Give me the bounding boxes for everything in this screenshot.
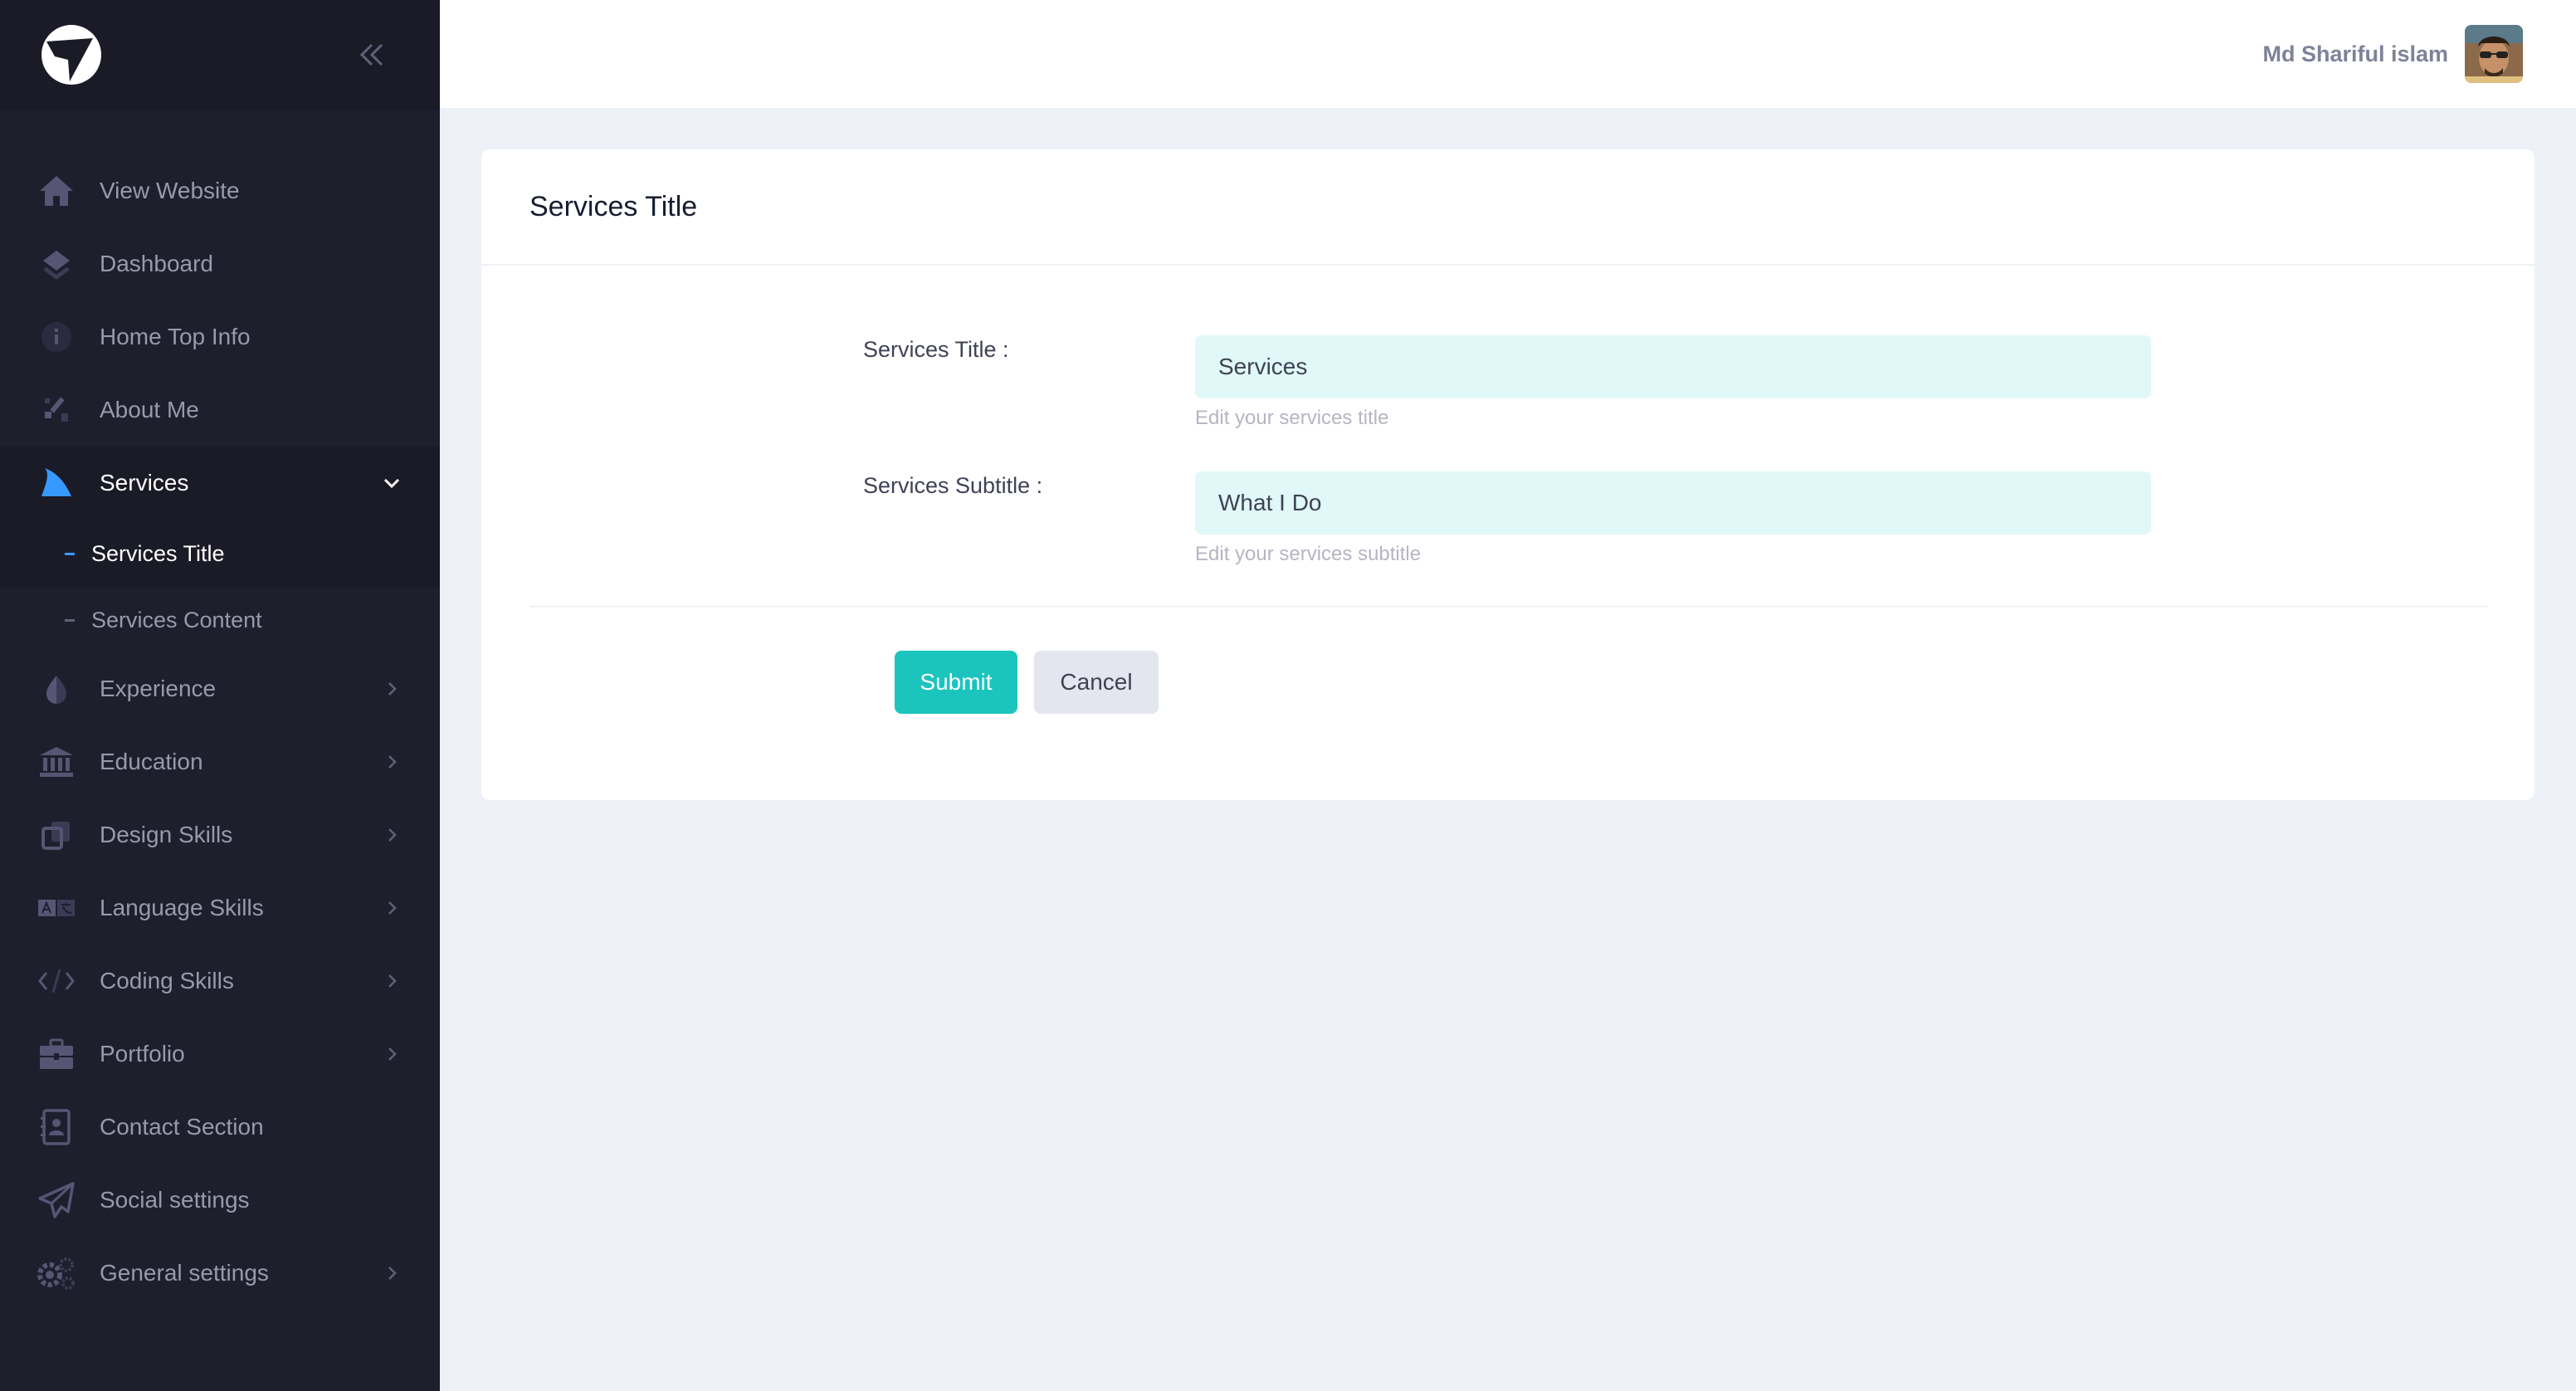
chevron-right-icon (388, 755, 397, 769)
sidebar-item-general-settings[interactable]: General settings (0, 1237, 440, 1310)
chevron-right-icon (388, 828, 397, 842)
sidebar-item-label: About Me (100, 397, 199, 422)
avatar[interactable] (2465, 25, 2523, 83)
sidebar-header (0, 0, 440, 110)
services-subtitle-help: Edit your services subtitle (1195, 543, 1422, 565)
sidebar-item-label: View Website (100, 178, 240, 203)
card-header: Services Title (481, 149, 2535, 266)
card-title: Services Title (529, 191, 698, 222)
bullet-dash (65, 619, 75, 622)
sidebar-item-experience[interactable]: Experience (0, 652, 440, 725)
services-title-input[interactable] (1195, 335, 2151, 398)
chevron-down-icon (383, 478, 400, 489)
sidebar: View Website Dashboard Home Top Info Abo… (0, 0, 440, 1391)
shark-fin-icon (37, 465, 76, 501)
chevron-right-icon (388, 1047, 397, 1061)
drop-half-icon (37, 671, 76, 707)
submit-button[interactable]: Submit (895, 651, 1017, 714)
sidebar-item-services[interactable]: Services (0, 447, 440, 520)
tools-icon (37, 392, 76, 428)
sidebar-item-education[interactable]: Education (0, 725, 440, 798)
services-title-label: Services Title : (863, 337, 1009, 362)
services-subtitle-input[interactable] (1195, 471, 2151, 534)
sidebar-item-label: Home Top Info (100, 324, 251, 349)
sidebar-item-design-skills[interactable]: Design Skills (0, 798, 440, 871)
info-icon (37, 319, 76, 355)
sidebar-item-label: Experience (100, 676, 217, 701)
logo-icon[interactable] (38, 23, 105, 86)
sidebar-item-label: Contact Section (100, 1114, 264, 1140)
sidebar-item-label: General settings (100, 1260, 269, 1286)
services-title-help: Edit your services title (1195, 407, 1389, 429)
sidebar-item-social-settings[interactable]: Social settings (0, 1164, 440, 1237)
sidebar-subitem-label: Services Content (91, 608, 262, 632)
sidebar-subitem-label: Services Title (91, 541, 225, 566)
layers-icon (37, 246, 76, 282)
gears-icon (37, 1255, 76, 1291)
sidebar-item-label: Coding Skills (100, 968, 234, 993)
sidebar-item-label: Design Skills (100, 822, 233, 847)
sidebar-item-label: Education (100, 749, 203, 774)
sidebar-item-view-website[interactable]: View Website (0, 154, 440, 227)
form-divider (529, 606, 2488, 608)
bank-icon (37, 744, 76, 780)
services-subtitle-label: Services Subtitle : (863, 473, 1043, 498)
sidebar-item-coding-skills[interactable]: Coding Skills (0, 944, 440, 1018)
sidebar-item-language-skills[interactable]: Language Skills (0, 871, 440, 944)
translate-icon (37, 890, 76, 926)
briefcase-icon (37, 1036, 76, 1072)
top-header: Md Shariful islam (440, 0, 2576, 108)
sidebar-subitem-services-title[interactable]: Services Title (0, 520, 440, 588)
chevron-right-icon (388, 901, 397, 915)
sidebar-item-portfolio[interactable]: Portfolio (0, 1018, 440, 1091)
sidebar-item-dashboard[interactable]: Dashboard (0, 227, 440, 300)
sidebar-item-label: Dashboard (100, 251, 213, 276)
send-icon (37, 1182, 76, 1218)
services-title-card: Services Title Services Title : Edit you… (481, 149, 2535, 800)
sidebar-item-label: Language Skills (100, 895, 264, 920)
code-icon (37, 963, 76, 999)
cancel-button[interactable]: Cancel (1034, 651, 1159, 714)
home-icon (37, 173, 76, 209)
sidebar-item-contact-section[interactable]: Contact Section (0, 1091, 440, 1164)
chevron-right-icon (388, 974, 397, 988)
bullet-dash (65, 553, 75, 555)
sidebar-item-label: Portfolio (100, 1041, 185, 1066)
collapse-sidebar-icon[interactable] (355, 40, 388, 70)
contact-book-icon (37, 1109, 76, 1145)
sidebar-item-home-top-info[interactable]: Home Top Info (0, 300, 440, 373)
chevron-right-icon (388, 1267, 397, 1280)
sidebar-item-label: Social settings (100, 1187, 250, 1213)
sidebar-subitem-services-content[interactable]: Services Content (0, 586, 440, 654)
sidebar-item-about-me[interactable]: About Me (0, 373, 440, 447)
chevron-right-icon (388, 682, 397, 696)
sidebar-item-label: Services (100, 470, 189, 495)
user-name[interactable]: Md Shariful islam (2262, 0, 2448, 108)
copy-icon (37, 817, 76, 853)
